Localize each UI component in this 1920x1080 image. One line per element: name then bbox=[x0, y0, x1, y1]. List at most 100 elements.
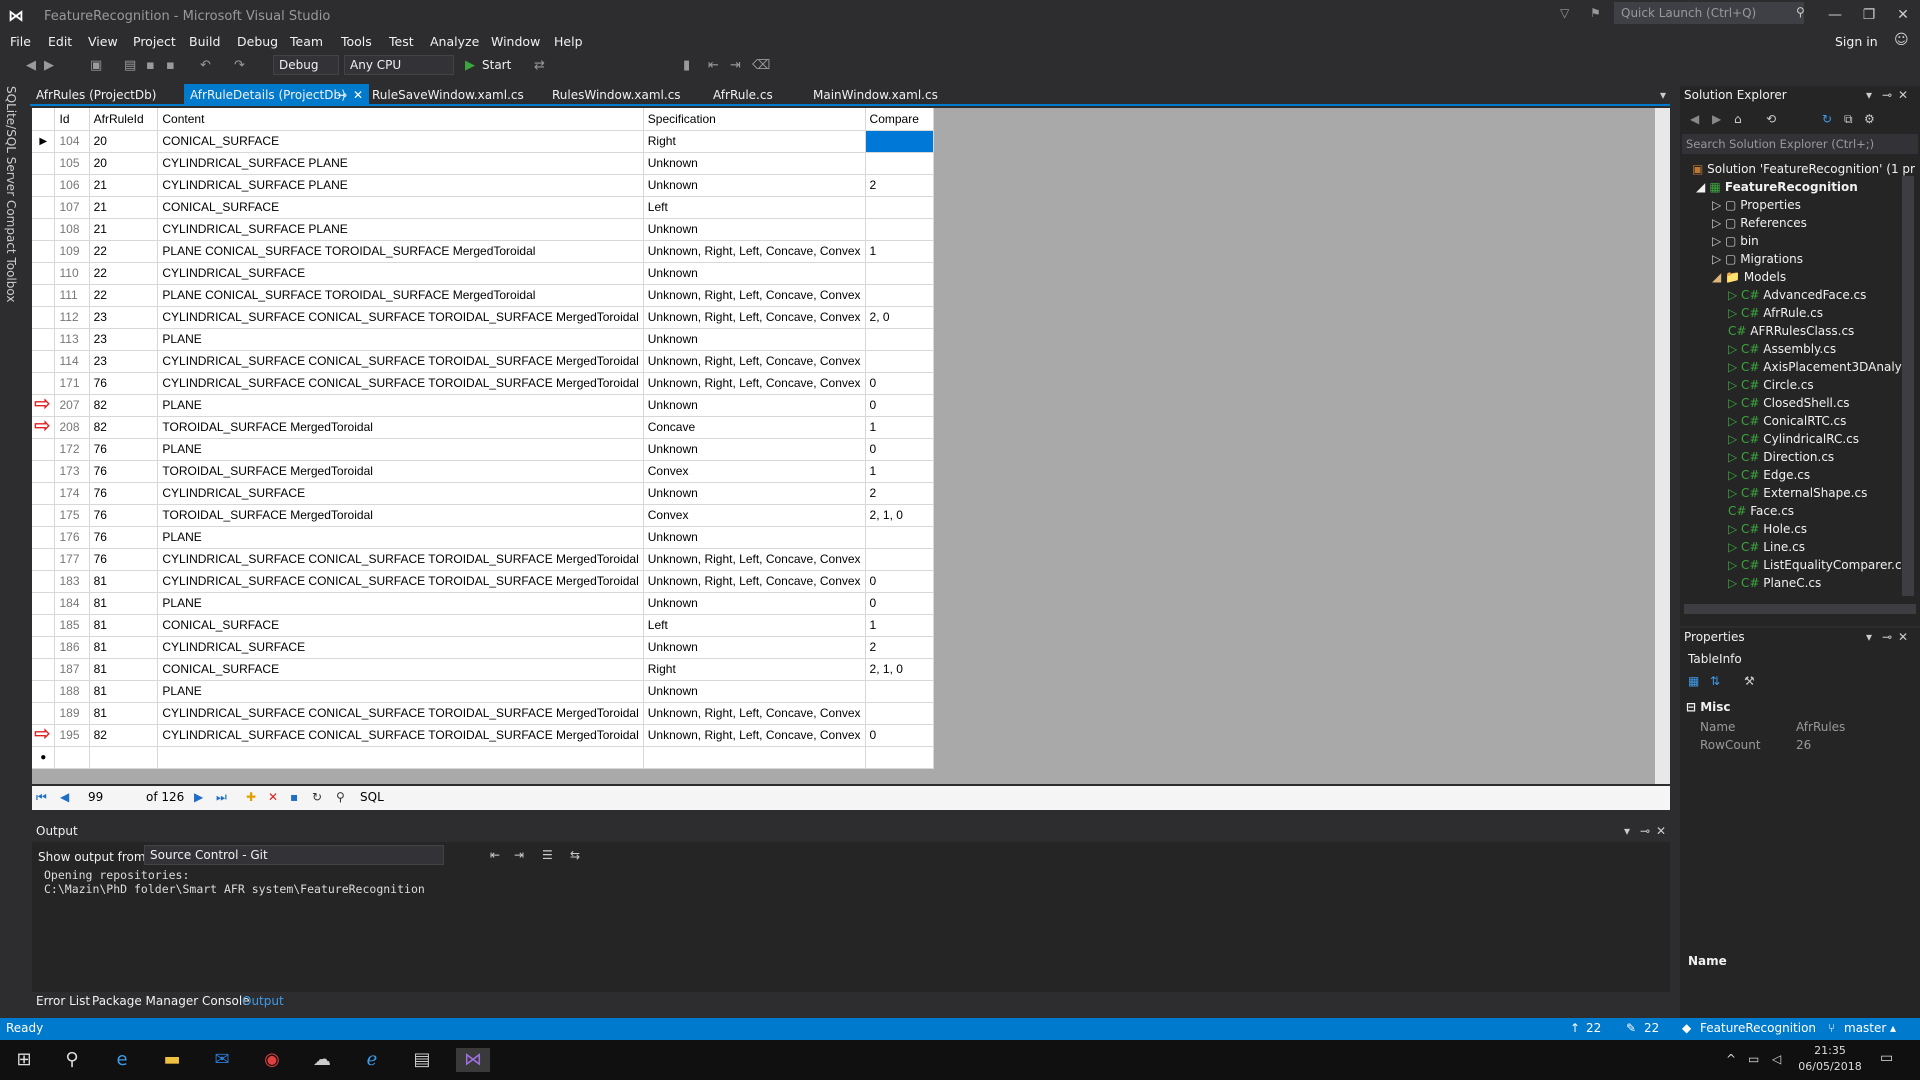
cell-afrruleid[interactable]: 76 bbox=[89, 482, 159, 505]
table-row[interactable]: 174 76 CYLINDRICAL_SURFACE Unknown 2 bbox=[32, 482, 935, 505]
refresh-icon[interactable]: ↻ bbox=[1822, 112, 1832, 132]
table-row[interactable]: 112 23 CYLINDRICAL_SURFACE CONICAL_SURFACE… bbox=[32, 306, 935, 329]
cell-content[interactable]: CONICAL_SURFACE bbox=[157, 658, 644, 681]
cell-specification[interactable]: Unknown, Right, Left, Concave, Convex bbox=[643, 570, 866, 593]
file-explorer-icon[interactable]: ▬ bbox=[160, 1048, 184, 1072]
cell-id[interactable]: 175 bbox=[54, 504, 90, 527]
show-hidden-icons[interactable]: ^ bbox=[1726, 1052, 1736, 1066]
cell-id[interactable]: 188 bbox=[54, 680, 90, 703]
table-row[interactable]: 171 76 CYLINDRICAL_SURFACE CONICAL_SURFACE… bbox=[32, 372, 935, 395]
save-icon[interactable]: ▪ bbox=[290, 790, 298, 804]
cell-id[interactable]: 183 bbox=[54, 570, 90, 593]
cell-compare[interactable]: 0 bbox=[865, 438, 935, 461]
row-selector[interactable] bbox=[32, 152, 56, 175]
cell-afrruleid[interactable]: 22 bbox=[89, 240, 159, 263]
table-row[interactable]: 176 76 PLANE Unknown bbox=[32, 526, 935, 549]
categorized-icon[interactable]: ▦ bbox=[1688, 674, 1699, 694]
open-file-icon[interactable]: ▤ bbox=[124, 58, 136, 73]
cell-compare[interactable]: 2 bbox=[865, 482, 935, 505]
row-selector[interactable] bbox=[32, 284, 56, 307]
bookmark-icon[interactable]: ▮ bbox=[683, 58, 690, 73]
cell-specification[interactable]: Convex bbox=[643, 460, 866, 483]
table-row[interactable]: 177 76 CYLINDRICAL_SURFACE CONICAL_SURFACE… bbox=[32, 548, 935, 571]
cell-content[interactable]: CYLINDRICAL_SURFACE bbox=[157, 482, 644, 505]
tree-item[interactable]: ▷ ▢ Migrations bbox=[1712, 252, 1803, 266]
cell-specification[interactable]: Unknown bbox=[643, 218, 866, 241]
tab-output[interactable]: Output bbox=[242, 994, 284, 1008]
app-icon[interactable]: ☁ bbox=[310, 1048, 334, 1072]
tab-mainwindow[interactable]: MainWindow.xaml.cs bbox=[813, 88, 938, 102]
tree-item[interactable]: ▷ C# Hole.cs bbox=[1728, 522, 1807, 536]
cell-compare[interactable]: 1 bbox=[865, 460, 935, 483]
cell-id[interactable]: 173 bbox=[54, 460, 90, 483]
solution-node[interactable]: ▣ Solution 'FeatureRecognition' (1 pr bbox=[1692, 162, 1915, 176]
output-dropdown-icon[interactable]: ▾ bbox=[1624, 824, 1630, 838]
clock-date[interactable]: 06/05/2018 bbox=[1796, 1060, 1864, 1073]
history-icon[interactable]: ⟲ bbox=[1766, 112, 1776, 132]
prop-rowcount-value[interactable]: 26 bbox=[1796, 738, 1811, 758]
table-row[interactable]: 111 22 PLANE CONICAL_SURFACE TOROIDAL_SURF… bbox=[32, 284, 935, 307]
cell-afrruleid[interactable]: 76 bbox=[89, 372, 159, 395]
search-icon[interactable]: ⚲ bbox=[60, 1048, 84, 1072]
table-row[interactable]: 113 23 PLANE Unknown bbox=[32, 328, 935, 351]
table-row[interactable]: 114 23 CYLINDRICAL_SURFACE CONICAL_SURFACE… bbox=[32, 350, 935, 373]
cell-afrruleid[interactable]: 81 bbox=[89, 614, 159, 637]
unpushed-count[interactable]: 22 bbox=[1586, 1021, 1601, 1035]
menu-debug[interactable]: Debug bbox=[237, 34, 278, 49]
new-project-icon[interactable]: ▣ bbox=[90, 58, 102, 73]
tree-item[interactable]: C# Face.cs bbox=[1728, 504, 1794, 518]
cell-specification[interactable]: Unknown bbox=[643, 680, 866, 703]
cell-afrruleid[interactable]: 23 bbox=[89, 306, 159, 329]
tree-item[interactable]: ▷ C# ExternalShape.cs bbox=[1728, 486, 1867, 500]
tree-item[interactable]: ▷ C# CylindricalRC.cs bbox=[1728, 432, 1859, 446]
tree-item[interactable]: ▷ C# Direction.cs bbox=[1728, 450, 1834, 464]
table-row[interactable]: ▶ 104 20 CONICAL_SURFACE Right bbox=[32, 130, 935, 153]
menu-analyze[interactable]: Analyze bbox=[430, 34, 479, 49]
minimize-button[interactable]: — bbox=[1818, 2, 1852, 28]
tree-item[interactable]: ▷ C# Assembly.cs bbox=[1728, 342, 1836, 356]
cell-compare[interactable]: 1 bbox=[865, 416, 935, 439]
cell-compare[interactable] bbox=[865, 284, 935, 307]
cell-id[interactable] bbox=[54, 746, 90, 769]
cell-afrruleid[interactable]: 76 bbox=[89, 504, 159, 527]
chrome-icon[interactable]: ◉ bbox=[260, 1048, 284, 1072]
network-icon[interactable]: ▭ bbox=[1748, 1052, 1759, 1066]
cell-content[interactable]: CYLINDRICAL_SURFACE PLANE bbox=[157, 152, 644, 175]
search-icon[interactable]: ⚲ bbox=[336, 790, 345, 804]
tree-item[interactable]: ▷ C# PlaneC.cs bbox=[1728, 576, 1821, 590]
tree-item[interactable]: ▷ ▢ References bbox=[1712, 216, 1807, 230]
cell-content[interactable]: TOROIDAL_SURFACE MergedToroidal bbox=[157, 504, 644, 527]
cell-compare[interactable]: 2, 1, 0 bbox=[865, 658, 935, 681]
row-selector[interactable] bbox=[32, 240, 56, 263]
clear-bookmarks-icon[interactable]: ⌫ bbox=[752, 58, 770, 73]
cell-afrruleid[interactable]: 76 bbox=[89, 438, 159, 461]
row-selector[interactable] bbox=[32, 680, 56, 703]
home-icon[interactable]: ⌂ bbox=[1734, 112, 1742, 132]
cell-content[interactable]: TOROIDAL_SURFACE MergedToroidal bbox=[157, 460, 644, 483]
cell-afrruleid[interactable]: 82 bbox=[89, 394, 159, 417]
table-row[interactable]: 195 82 CYLINDRICAL_SURFACE CONICAL_SURFACE… bbox=[32, 724, 935, 747]
property-pages-icon[interactable]: ⚒ bbox=[1744, 674, 1755, 694]
project-node[interactable]: ◢ ▦ FeatureRecognition bbox=[1696, 180, 1858, 194]
forward-icon[interactable]: ▶ bbox=[44, 58, 54, 73]
tree-item[interactable]: ▷ C# AfrRule.cs bbox=[1728, 306, 1823, 320]
cell-afrruleid[interactable]: 21 bbox=[89, 174, 159, 197]
quick-launch-input[interactable]: Quick Launch (Ctrl+Q) bbox=[1614, 2, 1804, 24]
tree-item[interactable]: ▷ C# ConicalRTC.cs bbox=[1728, 414, 1846, 428]
cell-specification[interactable]: Convex bbox=[643, 504, 866, 527]
cell-id[interactable]: 112 bbox=[54, 306, 90, 329]
cell-compare[interactable]: 2, 1, 0 bbox=[865, 504, 935, 527]
platform-select[interactable]: Any CPU bbox=[344, 55, 454, 75]
cell-compare[interactable] bbox=[865, 746, 935, 769]
table-row[interactable]: 189 81 CYLINDRICAL_SURFACE CONICAL_SURFACE… bbox=[32, 702, 935, 725]
table-row[interactable]: 175 76 TOROIDAL_SURFACE MergedToroidal Conv… bbox=[32, 504, 935, 527]
cell-id[interactable]: 113 bbox=[54, 328, 90, 351]
save-all-icon[interactable]: ▪ bbox=[166, 58, 175, 73]
tab-afrruledetails[interactable]: AfrRuleDetails (ProjectDb) bbox=[190, 88, 346, 102]
delete-record-icon[interactable]: ✕ bbox=[268, 790, 278, 804]
cell-afrruleid[interactable]: 81 bbox=[89, 658, 159, 681]
cell-content[interactable]: CONICAL_SURFACE bbox=[157, 614, 644, 637]
cell-content[interactable]: TOROIDAL_SURFACE MergedToroidal bbox=[157, 416, 644, 439]
cell-specification[interactable]: Unknown bbox=[643, 394, 866, 417]
se-close-icon[interactable]: ✕ bbox=[1898, 88, 1908, 108]
